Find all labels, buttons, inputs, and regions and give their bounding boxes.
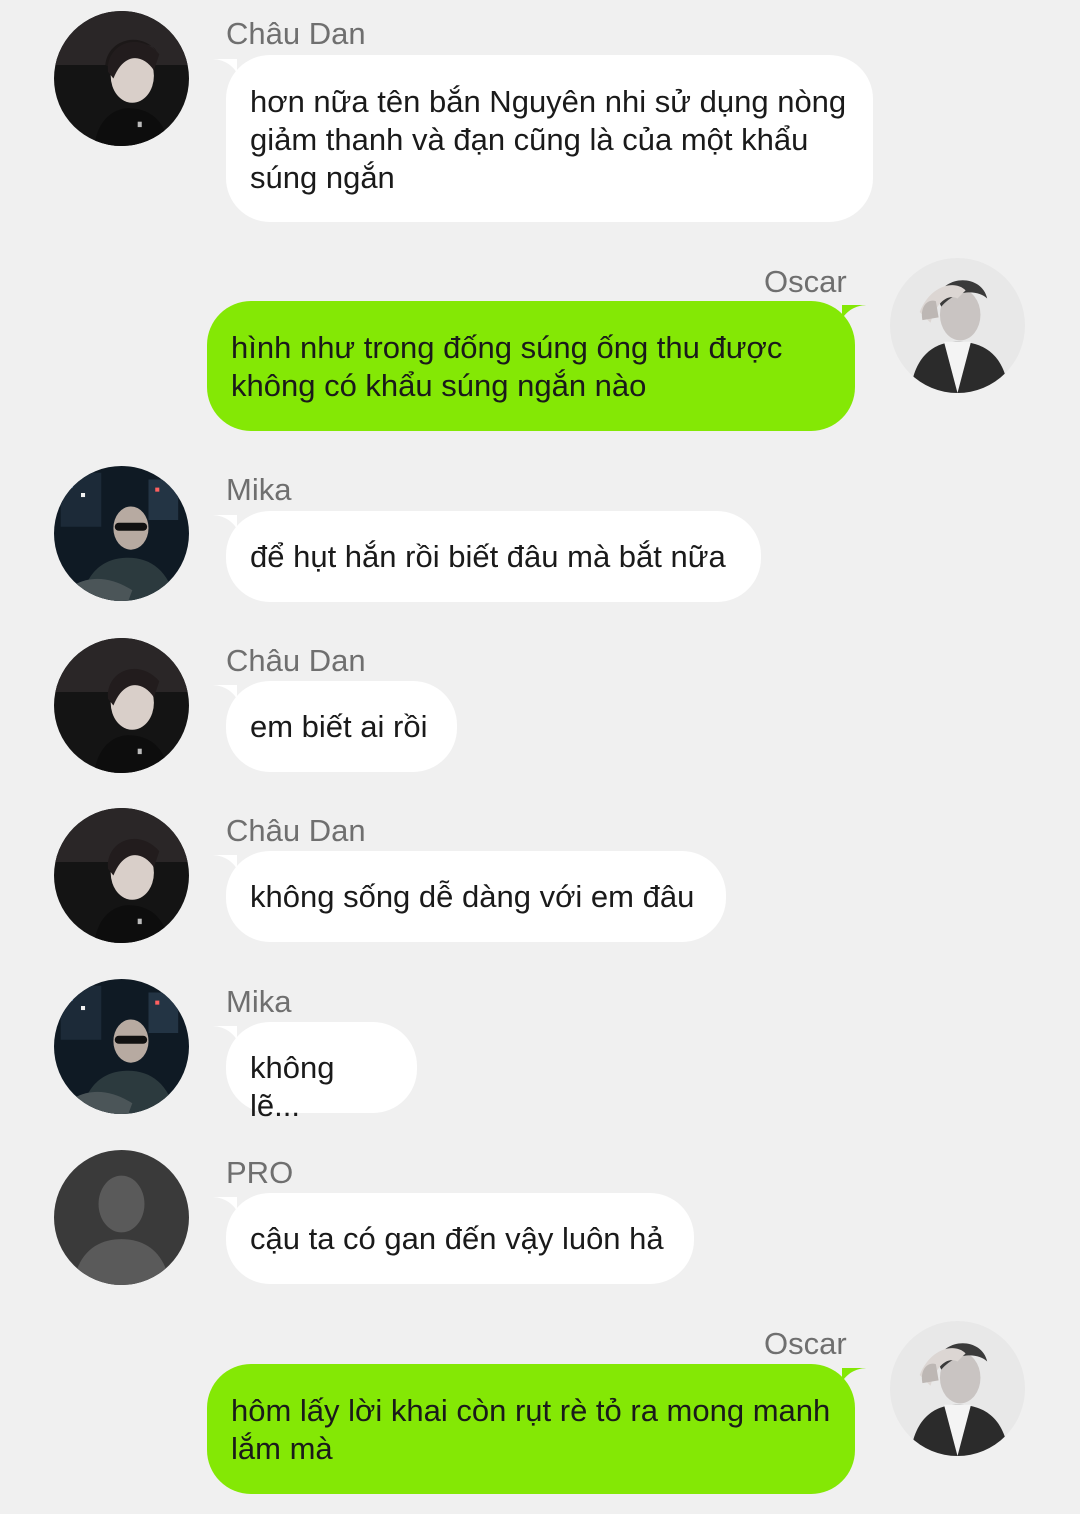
message-bubble[interactable]: hình như trong đống súng ống thu được kh…	[207, 301, 855, 431]
message-bubble[interactable]: để hụt hắn rồi biết đâu mà bắt nữa	[226, 511, 761, 602]
message-outgoing: Oscar hôm lấy lời khai còn rụt rè tỏ ra …	[0, 1310, 1080, 1510]
chau-dan-avatar[interactable]	[54, 638, 189, 773]
sender-name: Châu Dan	[226, 643, 366, 678]
message-bubble[interactable]: không lẽ...	[226, 1022, 417, 1123]
mika-avatar[interactable]	[54, 979, 189, 1114]
sender-name: Mika	[226, 984, 292, 1019]
message-incoming: Châu Dan không sống dễ dàng với em đâu	[0, 800, 1080, 950]
sender-name: Châu Dan	[226, 813, 366, 848]
message-bubble[interactable]: không sống dễ dàng với em đâu	[226, 851, 726, 942]
message-text: em biết ai rồi	[250, 709, 428, 744]
chau-dan-avatar[interactable]	[54, 808, 189, 943]
message-incoming: PRO cậu ta có gan đến vậy luôn hả	[0, 1140, 1080, 1290]
message-text: cậu ta có gan đến vậy luôn hả	[250, 1221, 664, 1256]
sender-name: Oscar	[764, 264, 847, 299]
message-incoming: Châu Dan hơn nữa tên bắn Nguyên nhi sử d…	[0, 0, 1080, 230]
sender-name: Mika	[226, 472, 292, 507]
message-text: hôm lấy lời khai còn rụt rè tỏ ra mong m…	[231, 1393, 831, 1466]
message-bubble[interactable]: hơn nữa tên bắn Nguyên nhi sử dụng nòng …	[226, 55, 873, 222]
sender-name: PRO	[226, 1155, 294, 1190]
message-bubble[interactable]: hôm lấy lời khai còn rụt rè tỏ ra mong m…	[207, 1364, 855, 1494]
sender-name: Oscar	[764, 1326, 847, 1361]
message-bubble[interactable]: em biết ai rồi	[226, 681, 457, 772]
message-text: không sống dễ dàng với em đâu	[250, 879, 695, 914]
message-text: không lẽ...	[250, 1050, 335, 1123]
message-incoming: Châu Dan em biết ai rồi	[0, 630, 1080, 780]
oscar-avatar[interactable]	[890, 1321, 1025, 1456]
message-text: hơn nữa tên bắn Nguyên nhi sử dụng nòng …	[250, 84, 847, 195]
message-bubble[interactable]: cậu ta có gan đến vậy luôn hả	[226, 1193, 694, 1284]
oscar-avatar[interactable]	[890, 258, 1025, 393]
message-incoming: Mika để hụt hắn rồi biết đâu mà bắt nữa	[0, 460, 1080, 610]
message-text: hình như trong đống súng ống thu được kh…	[231, 330, 783, 403]
chau-dan-avatar[interactable]	[54, 11, 189, 146]
message-text: để hụt hắn rồi biết đâu mà bắt nữa	[250, 539, 726, 574]
mika-avatar[interactable]	[54, 466, 189, 601]
message-incoming: Mika không lẽ...	[0, 970, 1080, 1123]
sender-name: Châu Dan	[226, 16, 366, 51]
default-user-avatar[interactable]	[54, 1150, 189, 1285]
message-outgoing: Oscar hình như trong đống súng ống thu đ…	[0, 250, 1080, 440]
